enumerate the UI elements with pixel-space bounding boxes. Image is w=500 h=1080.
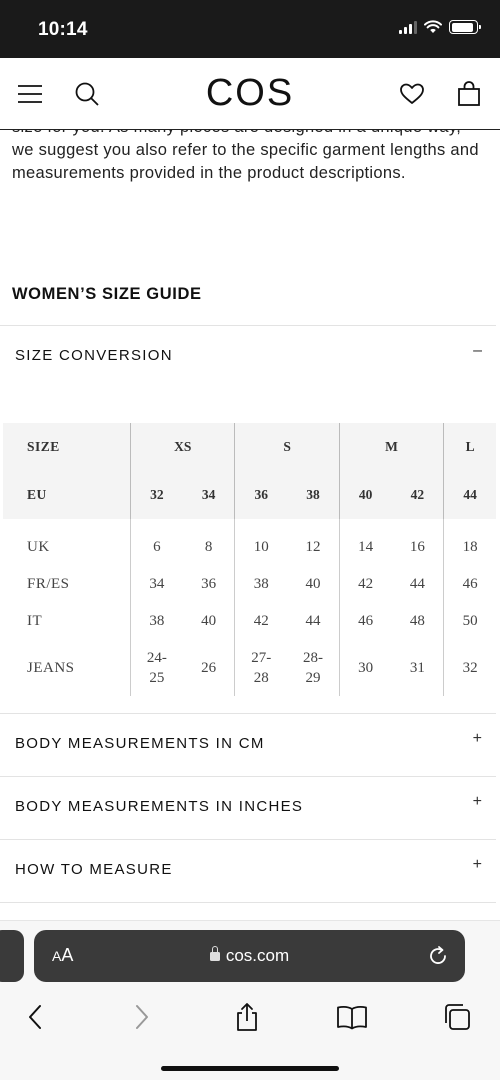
collapse-icon[interactable]: – <box>473 342 482 360</box>
shopping-bag-button[interactable] <box>453 78 485 110</box>
table-header-row: SIZE XS S M L <box>3 423 496 471</box>
table-cell: 12 <box>305 539 321 555</box>
table-cell: 50 <box>443 603 496 640</box>
table-cell: 6 <box>130 529 183 566</box>
table-cell: 46 <box>338 603 392 640</box>
book-icon <box>337 1005 367 1030</box>
url-display[interactable]: cos.com <box>34 946 465 966</box>
table-cell: 18 <box>443 529 496 566</box>
chevron-left-icon <box>29 1005 41 1029</box>
table-cell: 24- 25 <box>130 640 183 696</box>
table-cell: 42 <box>410 487 425 502</box>
accordion-body-measurements-inches[interactable]: BODY MEASUREMENTS IN INCHES + <box>0 777 496 839</box>
url-text: cos.com <box>225 946 290 965</box>
accordion-body-measurements-cm[interactable]: BODY MEASUREMENTS IN CM + <box>0 714 496 776</box>
expand-icon[interactable]: + <box>473 856 482 874</box>
table-cell: 40 <box>338 471 392 519</box>
table-cell: 44 <box>305 613 321 629</box>
table-cell: 36 <box>201 576 217 592</box>
table-cell: 46 <box>443 566 496 603</box>
table-cell: 16 <box>409 539 425 555</box>
site-header: COS <box>0 58 500 130</box>
table-cell: 8 <box>204 539 213 555</box>
accordion-label: SIZE CONVERSION <box>15 347 173 364</box>
table-header-label: SIZE <box>27 439 60 454</box>
table-cell: 10 <box>234 529 288 566</box>
back-button[interactable] <box>15 997 55 1037</box>
size-guide-title: WOMEN’S SIZE GUIDE <box>12 285 202 303</box>
size-group-l: L <box>443 423 496 471</box>
expand-icon[interactable]: + <box>473 730 482 748</box>
wifi-icon <box>424 20 442 33</box>
accordion-label: HOW TO MEASURE <box>15 861 173 878</box>
row-label: EU <box>27 487 47 502</box>
share-button[interactable] <box>227 997 267 1037</box>
table-cell: 32 <box>443 640 496 696</box>
row-label: JEANS <box>27 659 75 676</box>
shopping-bag-icon <box>458 81 480 106</box>
browser-toolbar: AA cos.com <box>0 920 500 1080</box>
table-cell: 36 <box>234 471 288 519</box>
accordion-size-conversion[interactable]: SIZE CONVERSION – <box>0 326 496 388</box>
table-row-jeans: JEANS 24- 25 26 27- 28 28- 29 30 31 32 <box>3 640 496 696</box>
expand-icon[interactable]: + <box>473 793 482 811</box>
table-cell: 31 <box>409 659 425 676</box>
table-cell: 44 <box>443 471 496 519</box>
table-row-uk: UK 6 8 10 12 14 16 18 <box>3 529 496 566</box>
accordion-label: BODY MEASUREMENTS IN INCHES <box>15 798 304 815</box>
table-cell: 38 <box>234 566 288 603</box>
table-cell: 14 <box>338 529 392 566</box>
status-time: 10:14 <box>38 19 88 40</box>
table-cell: 28- 29 <box>302 650 323 686</box>
accordion-how-to-measure[interactable]: HOW TO MEASURE + <box>0 840 496 902</box>
table-row-it: IT 38 40 42 44 46 48 50 <box>3 603 496 640</box>
table-cell: 34 <box>201 487 216 502</box>
tabs-button[interactable] <box>437 997 477 1037</box>
wishlist-button[interactable] <box>396 78 428 110</box>
size-group-xs: XS <box>130 423 235 471</box>
table-cell: 30 <box>338 640 392 696</box>
table-cell: 42 <box>234 603 288 640</box>
intro-paragraph: size for you. As many pieces are designe… <box>12 130 479 182</box>
row-label: UK <box>27 539 50 555</box>
row-label: FR/ES <box>27 576 70 592</box>
forward-button[interactable] <box>122 997 162 1037</box>
table-cell: 48 <box>409 613 425 629</box>
previous-tab-peek[interactable] <box>0 930 24 982</box>
table-spacer <box>3 519 496 529</box>
table-cell: 32 <box>130 471 183 519</box>
table-cell: 26 <box>201 659 217 676</box>
page-content: size for you. As many pieces are designe… <box>0 130 500 920</box>
heart-icon <box>400 83 424 104</box>
share-icon <box>237 1003 257 1031</box>
size-group-m: M <box>338 423 444 471</box>
home-indicator <box>161 1066 339 1071</box>
divider <box>0 902 496 903</box>
battery-icon <box>449 20 481 34</box>
table-cell: 38 <box>130 603 183 640</box>
table-cell: 34 <box>130 566 183 603</box>
table-row-fr-es: FR/ES 34 36 38 40 42 44 46 <box>3 566 496 603</box>
chevron-right-icon <box>136 1005 148 1029</box>
size-group-s: S <box>234 423 340 471</box>
size-conversion-table: SIZE XS S M L EU 32 34 36 38 40 42 44 UK… <box>3 423 496 696</box>
reload-icon[interactable] <box>425 943 451 969</box>
cellular-signal-icon <box>399 20 417 34</box>
row-label: IT <box>27 613 43 629</box>
lock-icon <box>209 946 220 961</box>
status-bar: 10:14 <box>0 0 500 58</box>
status-icons <box>399 20 481 34</box>
table-cell: 40 <box>305 576 321 592</box>
bookmarks-button[interactable] <box>332 997 372 1037</box>
table-cell: 27- 28 <box>234 640 288 696</box>
address-bar[interactable]: AA cos.com <box>34 930 465 982</box>
tabs-icon <box>445 1004 470 1030</box>
table-cell: 40 <box>201 613 217 629</box>
table-cell: 38 <box>306 487 320 502</box>
table-cell: 44 <box>409 576 425 592</box>
accordion-label: BODY MEASUREMENTS IN CM <box>15 735 265 752</box>
table-row-eu: EU 32 34 36 38 40 42 44 <box>3 471 496 519</box>
table-cell: 42 <box>338 566 392 603</box>
